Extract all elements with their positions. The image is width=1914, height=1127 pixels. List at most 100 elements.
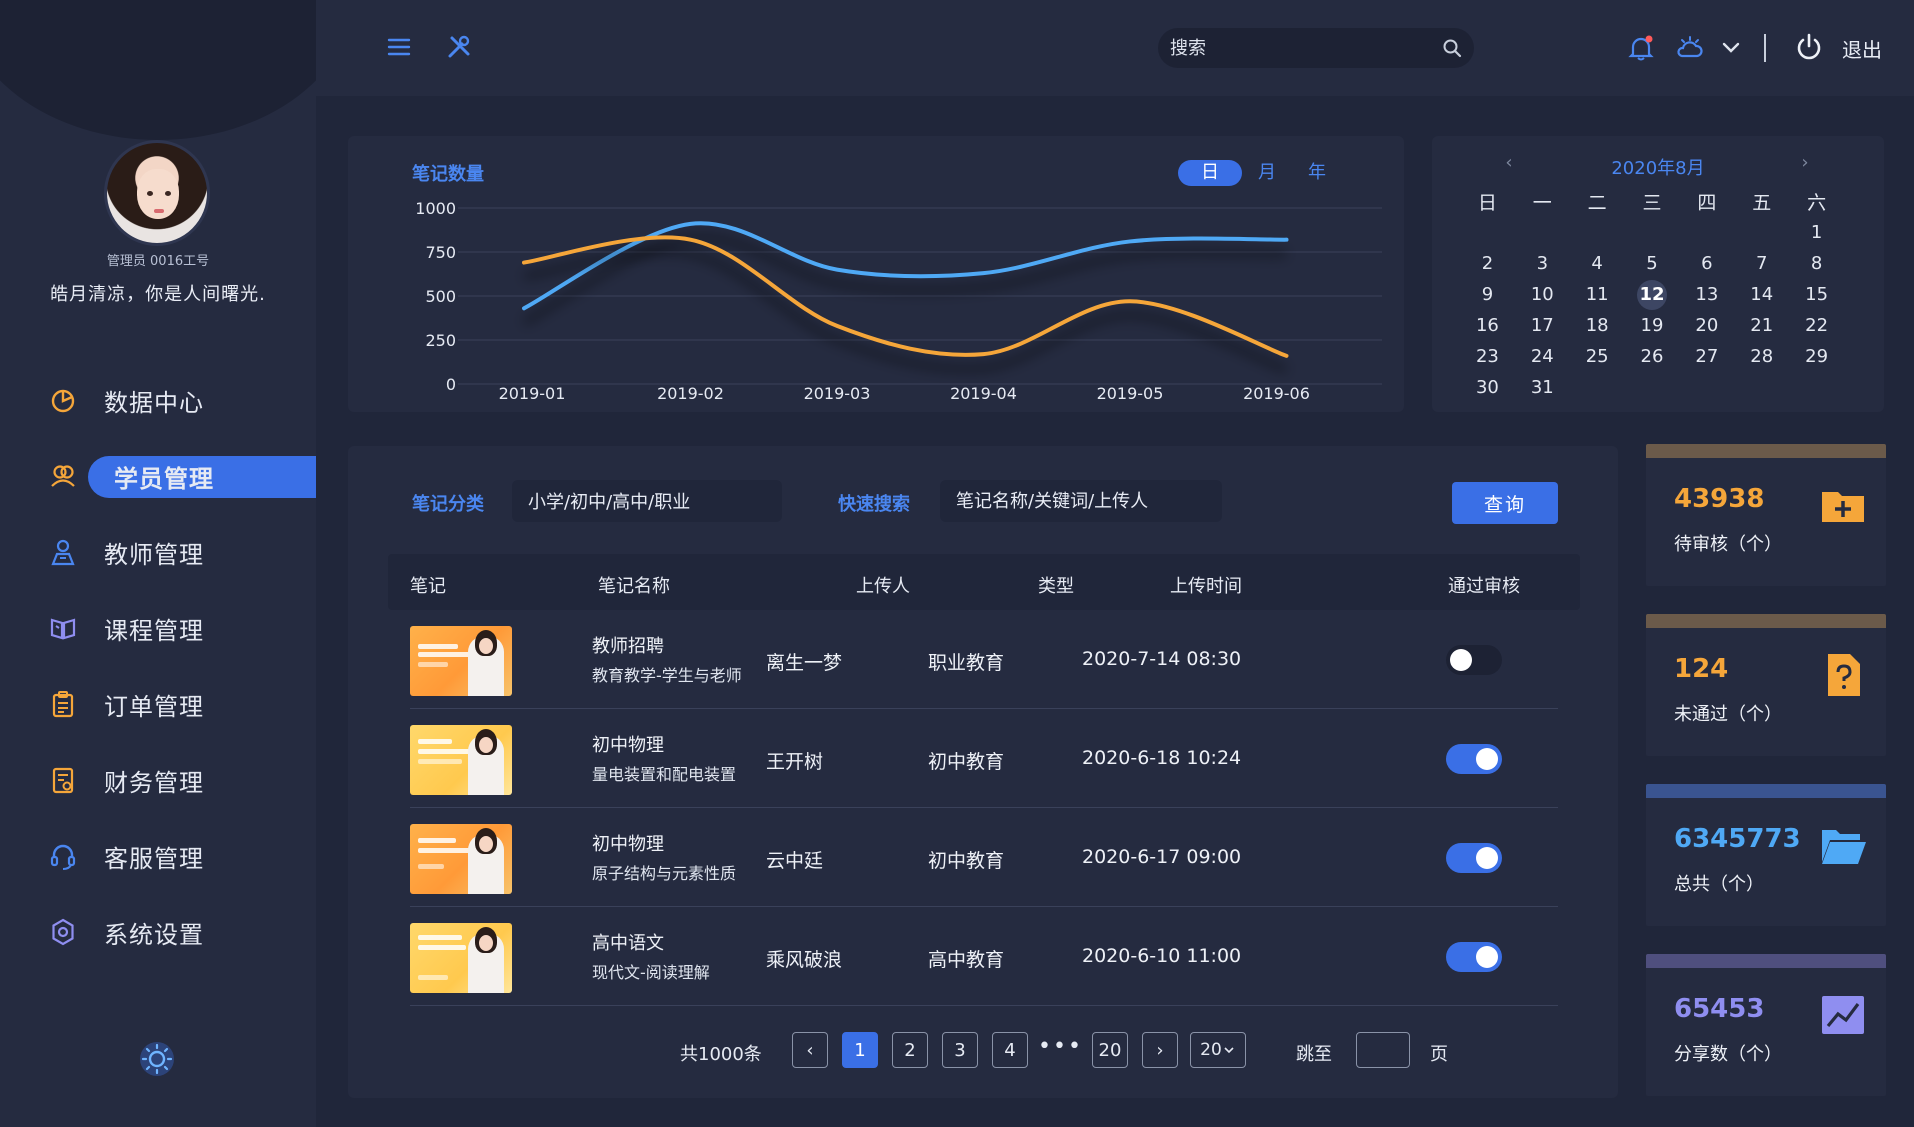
note-thumbnail[interactable] <box>410 923 512 993</box>
table-row[interactable]: 教师招聘 教育教学-学生与老师 离生一梦 职业教育 2020-7-14 08:3… <box>410 610 1558 709</box>
category-label: 笔记分类 <box>412 494 484 515</box>
calendar-day[interactable]: 29 <box>1789 346 1844 367</box>
stat-value: 124 <box>1674 654 1729 684</box>
calendar-day[interactable]: 11 <box>1570 284 1625 305</box>
calendar-day[interactable]: 16 <box>1460 315 1515 336</box>
page-size-select[interactable]: 20 <box>1190 1032 1246 1068</box>
sidebar-item-customer-service[interactable]: 客服管理 <box>0 818 316 894</box>
last-page-button[interactable]: 20 <box>1092 1032 1128 1068</box>
quick-search-input[interactable] <box>940 480 1222 522</box>
sidebar-item-teachers[interactable]: 教师管理 <box>0 514 316 590</box>
headset-icon <box>48 841 78 871</box>
calendar-day[interactable]: 18 <box>1570 315 1625 336</box>
page-button[interactable]: 4 <box>992 1032 1028 1068</box>
calendar-day[interactable]: 20 <box>1679 315 1734 336</box>
sidebar-item-label: 教师管理 <box>104 540 204 569</box>
calendar-day[interactable]: 22 <box>1789 315 1844 336</box>
x-tick-label: 2019-04 <box>950 384 1017 403</box>
calendar-day[interactable]: 26 <box>1625 346 1680 367</box>
tools-button[interactable] <box>446 34 472 60</box>
calendar-day[interactable]: 23 <box>1460 346 1515 367</box>
approval-toggle[interactable] <box>1446 942 1502 972</box>
calendar-day-number: 26 <box>1640 346 1664 367</box>
calendar-day[interactable]: 17 <box>1515 315 1570 336</box>
table-row[interactable]: 初中物理 量电装置和配电装置 王开树 初中教育 2020-6-18 10:24 <box>410 709 1558 808</box>
calendar-day[interactable]: 6 <box>1679 253 1734 274</box>
calendar-day-number: 18 <box>1585 315 1609 336</box>
stat-card[interactable]: 6345773 总共（个） <box>1646 784 1886 926</box>
page-button[interactable]: 2 <box>892 1032 928 1068</box>
calendar-day[interactable]: 25 <box>1570 346 1625 367</box>
note-thumbnail[interactable] <box>410 824 512 894</box>
category-input[interactable] <box>512 480 782 522</box>
menu-toggle-button[interactable] <box>386 34 412 60</box>
sidebar: 管理员 0016工号 皓月清凉，你是人间曙光. 数据中心 学员管理 教师管理 课… <box>0 0 316 1127</box>
notification-button[interactable] <box>1628 34 1654 62</box>
approval-toggle[interactable] <box>1446 744 1502 774</box>
column-header-time: 上传时间 <box>1170 576 1242 597</box>
admin-id: 管理员 0016工号 <box>106 254 210 269</box>
approval-toggle[interactable] <box>1446 843 1502 873</box>
calendar-day[interactable]: 31 <box>1515 377 1570 398</box>
sidebar-item-students[interactable]: 学员管理 <box>0 438 316 514</box>
note-thumbnail[interactable] <box>410 725 512 795</box>
profile-motto: 皓月清凉，你是人间曙光. <box>50 284 266 305</box>
calendar-day-today[interactable]: 12 <box>1625 279 1680 310</box>
avatar[interactable] <box>104 140 210 246</box>
search-icon[interactable] <box>1442 38 1462 58</box>
calendar-day[interactable]: 21 <box>1734 315 1789 336</box>
calendar-day[interactable]: 7 <box>1734 253 1789 274</box>
sidebar-item-orders[interactable]: 订单管理 <box>0 666 316 742</box>
note-thumbnail[interactable] <box>410 626 512 696</box>
calendar-day[interactable]: 4 <box>1570 253 1625 274</box>
calendar-day[interactable]: 5 <box>1625 253 1680 274</box>
calendar-day[interactable]: 9 <box>1460 284 1515 305</box>
weather-button[interactable] <box>1676 34 1704 62</box>
calendar-day[interactable]: 19 <box>1625 315 1680 336</box>
calendar-day[interactable]: 14 <box>1734 284 1789 305</box>
calendar-day[interactable]: 15 <box>1789 284 1844 305</box>
query-button[interactable]: 查询 <box>1452 482 1558 524</box>
calendar-day[interactable]: 8 <box>1789 253 1844 274</box>
calendar-next-button[interactable]: › <box>1794 152 1816 174</box>
calendar-day[interactable]: 27 <box>1679 346 1734 367</box>
jump-page-input[interactable] <box>1356 1032 1410 1068</box>
sidebar-item-data-center[interactable]: 数据中心 <box>0 362 316 438</box>
user-dropdown-button[interactable] <box>1720 36 1742 58</box>
page-button[interactable]: 3 <box>942 1032 978 1068</box>
calendar-day[interactable]: 13 <box>1679 284 1734 305</box>
bell-icon <box>1628 35 1654 61</box>
table-row[interactable]: 初中物理 原子结构与元素性质 云中廷 初中教育 2020-6-17 09:00 <box>410 808 1558 907</box>
sidebar-item-courses[interactable]: 课程管理 <box>0 590 316 666</box>
calendar-weekday: 五 <box>1752 192 1772 214</box>
stat-label: 分享数（个） <box>1674 1044 1782 1065</box>
calendar-day[interactable]: 28 <box>1734 346 1789 367</box>
sidebar-item-finance[interactable]: 财务管理 <box>0 742 316 818</box>
approval-toggle[interactable] <box>1446 645 1502 675</box>
calendar-day[interactable]: 2 <box>1460 253 1515 274</box>
next-page-button[interactable]: › <box>1142 1032 1178 1068</box>
sidebar-item-settings[interactable]: 系统设置 <box>0 894 316 970</box>
calendar-day[interactable]: 10 <box>1515 284 1570 305</box>
power-button[interactable] <box>1794 32 1824 62</box>
calendar-week-row: 30 31 <box>1460 372 1844 403</box>
x-tick-label: 2019-02 <box>657 384 724 403</box>
calendar-day[interactable]: 24 <box>1515 346 1570 367</box>
stat-card[interactable]: 65453 分享数（个） <box>1646 954 1886 1096</box>
prev-page-button[interactable]: ‹ <box>792 1032 828 1068</box>
table-row[interactable]: 高中语文 现代文-阅读理解 乘风破浪 高中教育 2020-6-10 11:00 <box>410 907 1558 1006</box>
theme-toggle-button[interactable] <box>138 1040 176 1078</box>
stat-card[interactable]: 124 未通过（个） <box>1646 614 1886 756</box>
gear-icon <box>48 917 78 947</box>
logout-link[interactable]: 退出 <box>1842 34 1882 63</box>
calendar-day[interactable]: 1 <box>1789 222 1844 243</box>
page-button[interactable]: 1 <box>842 1032 878 1068</box>
calendar-day-number: 5 <box>1646 253 1658 274</box>
search-input[interactable] <box>1170 28 1430 68</box>
calendar-day[interactable]: 3 <box>1515 253 1570 274</box>
tools-icon <box>448 35 470 58</box>
sidebar-item-label: 课程管理 <box>104 616 204 645</box>
note-uploader: 王开树 <box>766 751 824 773</box>
stat-card[interactable]: 43938 待审核（个） <box>1646 444 1886 586</box>
calendar-day[interactable]: 30 <box>1460 377 1515 398</box>
